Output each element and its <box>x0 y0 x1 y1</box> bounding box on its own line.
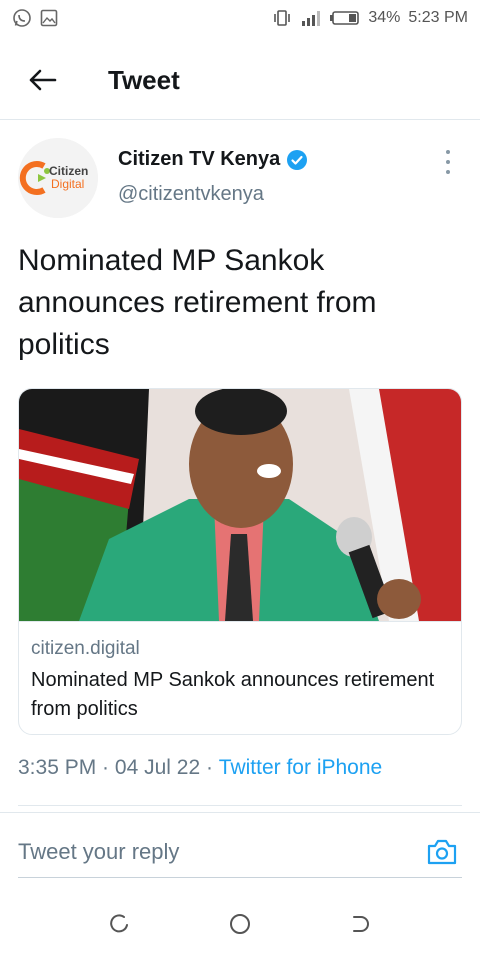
meta-separator: · <box>200 756 219 779</box>
header: Tweet <box>0 50 480 110</box>
back-nav-icon <box>353 916 369 932</box>
avatar-text-2: Digital <box>51 177 85 191</box>
camera-button[interactable] <box>422 832 462 872</box>
recent-apps-icon <box>110 914 128 933</box>
home-circle-icon <box>230 914 250 934</box>
status-time: 5:23 PM <box>408 9 468 26</box>
battery-icon <box>330 10 360 26</box>
more-options-button[interactable] <box>438 150 458 174</box>
tweet-text: Nominated MP Sankok announces retirement… <box>18 244 377 361</box>
author-name[interactable]: Citizen TV Kenya <box>118 148 280 171</box>
camera-icon <box>427 839 457 864</box>
vibrate-icon <box>272 9 292 27</box>
page-title: Tweet <box>108 64 180 95</box>
card-body: citizen.digital Nominated MP Sankok anno… <box>19 621 461 724</box>
tweet-date: 04 Jul 22 <box>114 756 201 779</box>
status-right: 34% 5:23 PM <box>272 9 468 27</box>
whatsapp-icon <box>12 8 32 28</box>
tweet-time: 3:35 PM <box>18 756 97 779</box>
dot-icon <box>446 170 450 174</box>
card-domain: citizen.digital <box>31 638 140 659</box>
header-divider <box>0 119 480 120</box>
reply-input[interactable] <box>18 829 422 874</box>
tweet-source-link[interactable]: Twitter for iPhone <box>219 756 382 780</box>
back-nav-button[interactable] <box>340 904 380 944</box>
arrow-left-icon <box>29 69 57 91</box>
verified-badge-icon <box>287 149 308 170</box>
status-bar: 34% 5:23 PM <box>0 0 480 36</box>
meta-divider <box>18 805 462 806</box>
tweet-author: Citizen Digital Citizen TV Kenya @citize… <box>18 138 462 222</box>
recent-apps-button[interactable] <box>100 904 140 944</box>
card-title: Nominated MP Sankok announces retirement… <box>31 669 435 720</box>
meta-separator: · <box>96 756 115 779</box>
dot-icon <box>446 160 450 164</box>
tweet-meta: 3:35 PM · 04 Jul 22 · Twitter for iPhone <box>18 756 382 780</box>
avatar[interactable]: Citizen Digital <box>18 138 98 218</box>
author-info: Citizen TV Kenya @citizentvkenya <box>118 138 308 222</box>
status-left <box>12 8 58 28</box>
link-card[interactable]: citizen.digital Nominated MP Sankok anno… <box>18 388 462 735</box>
dot-icon <box>446 150 450 154</box>
author-name-row: Citizen TV Kenya <box>118 148 308 171</box>
system-nav-bar <box>0 900 480 948</box>
battery-percent: 34% <box>368 9 401 26</box>
reply-divider <box>0 812 480 813</box>
avatar-text-1: Citizen <box>49 164 89 178</box>
signal-icon <box>300 9 322 27</box>
reply-bar <box>18 826 462 878</box>
author-handle[interactable]: @citizentvkenya <box>118 183 308 206</box>
home-button[interactable] <box>220 904 260 944</box>
back-button[interactable] <box>12 50 72 110</box>
news-photo-image <box>19 389 461 621</box>
card-image <box>19 389 461 621</box>
image-icon <box>40 9 58 27</box>
